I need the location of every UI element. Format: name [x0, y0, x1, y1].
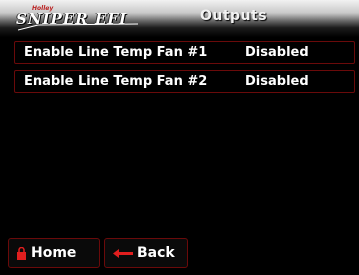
back-button[interactable]: Back: [104, 238, 188, 268]
output-row-fan-2[interactable]: Enable Line Temp Fan #2 Disabled: [14, 70, 355, 93]
header-bar: Holley SNIPER EFI Outputs: [0, 0, 359, 37]
logo-swoosh-icon: [18, 23, 138, 31]
output-row-fan-1[interactable]: Enable Line Temp Fan #1 Disabled: [14, 41, 355, 64]
sniper-efi-logo: Holley SNIPER EFI: [14, 4, 164, 34]
back-button-label: Back: [137, 245, 175, 261]
left-arrow-icon: [113, 249, 133, 258]
page-title: Outputs: [200, 8, 268, 24]
output-label: Enable Line Temp Fan #1: [24, 45, 208, 60]
home-button[interactable]: Home: [8, 238, 100, 268]
output-value[interactable]: Disabled: [245, 45, 309, 60]
output-value[interactable]: Disabled: [245, 74, 309, 89]
home-button-label: Home: [31, 245, 77, 261]
lock-icon: [17, 247, 26, 260]
output-label: Enable Line Temp Fan #2: [24, 74, 208, 89]
